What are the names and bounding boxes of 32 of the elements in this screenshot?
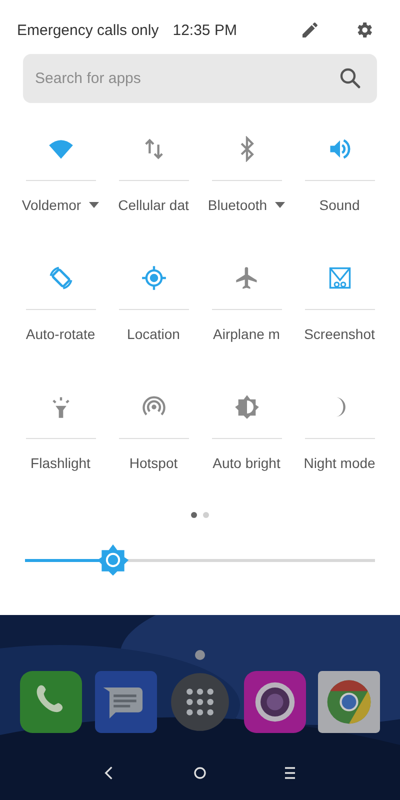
tile-label[interactable]: Night mode [304, 455, 376, 471]
search-icon [338, 66, 362, 90]
page-dot[interactable] [203, 512, 209, 518]
search-field[interactable]: Search for apps [23, 54, 377, 103]
brightness-slider[interactable] [25, 543, 375, 577]
tile-label[interactable]: Hotspot [129, 455, 178, 471]
rotate-icon[interactable] [48, 265, 74, 291]
dropdown-icon[interactable] [275, 202, 286, 208]
messages-app-icon[interactable] [94, 671, 156, 733]
tile-label[interactable]: Airplane m [213, 326, 280, 342]
tile-label[interactable]: Screenshot [304, 326, 375, 342]
tile-label[interactable]: Auto bright [212, 455, 280, 471]
page-dot[interactable] [191, 512, 197, 518]
tile-label[interactable]: Voldemor [22, 197, 82, 213]
pencil-icon[interactable] [300, 20, 320, 40]
app-drawer-icon[interactable] [169, 671, 231, 733]
brightness-icon[interactable] [234, 394, 260, 420]
tile-label[interactable]: Bluetooth [208, 197, 268, 213]
tile-label[interactable]: Auto-rotate [26, 326, 96, 342]
screenshot-icon[interactable] [326, 265, 352, 291]
location-icon[interactable] [140, 265, 166, 291]
carrier-text: Emergency calls only [17, 22, 159, 38]
browser-app-icon[interactable] [318, 671, 380, 733]
camera-app-icon[interactable] [244, 671, 306, 733]
phone-app-icon[interactable] [20, 671, 82, 733]
tile-label[interactable]: Sound [319, 197, 360, 213]
tile-label[interactable]: Flashlight [30, 455, 90, 471]
clock-time: 12:35 PM [172, 22, 237, 38]
airplane-icon[interactable] [234, 265, 260, 291]
tile-label[interactable]: Cellular dat [118, 197, 189, 213]
dropdown-icon[interactable] [89, 202, 100, 208]
tile-label[interactable]: Location [127, 326, 180, 342]
